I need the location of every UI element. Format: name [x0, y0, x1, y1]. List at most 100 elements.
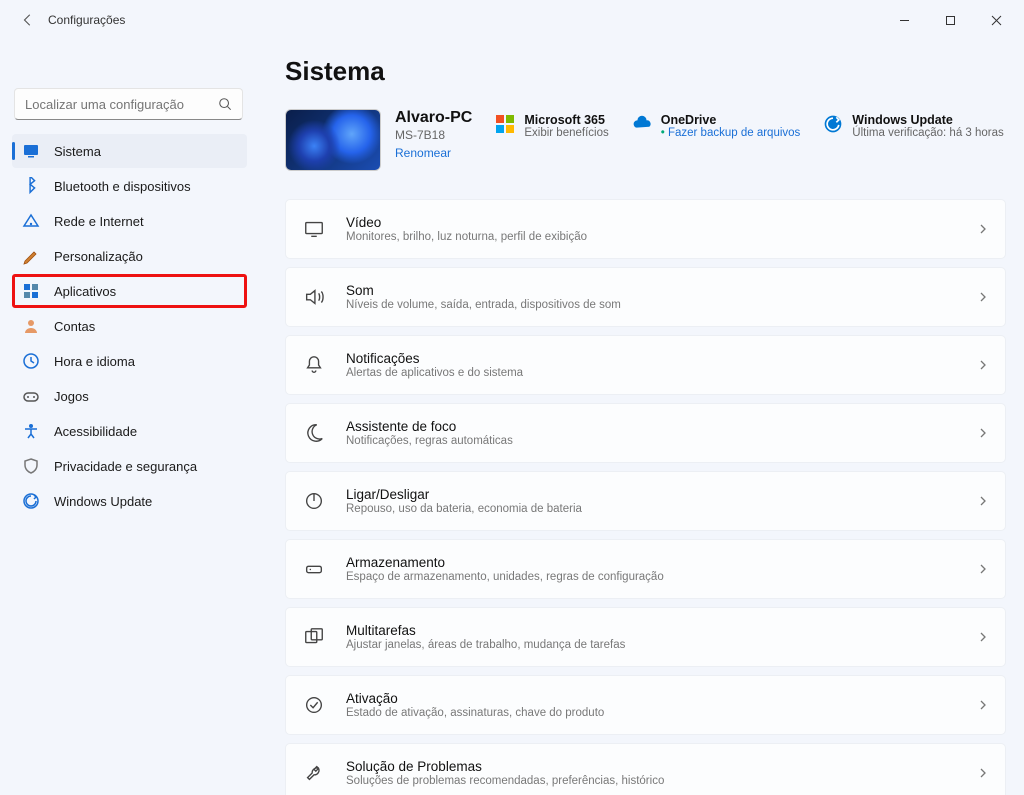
sidebar-item-personalize[interactable]: Personalização — [12, 239, 247, 273]
back-button[interactable] — [12, 4, 44, 36]
microsoft365-title: Microsoft 365 — [524, 113, 608, 127]
windows-update-sub: Última verificação: há 3 horas — [852, 127, 1003, 139]
search-icon — [218, 97, 232, 111]
device-wallpaper-thumb — [285, 109, 381, 171]
display-icon — [300, 215, 328, 243]
setting-title: Vídeo — [346, 215, 587, 230]
maximize-button[interactable] — [928, 5, 972, 35]
setting-card-display[interactable]: VídeoMonitores, brilho, luz noturna, per… — [285, 199, 1006, 259]
sidebar-item-label: Privacidade e segurança — [54, 459, 197, 474]
sidebar: Sistema Bluetooth e dispositivos Rede e In… — [0, 40, 255, 795]
setting-card-bell[interactable]: NotificaçõesAlertas de aplicativos e do … — [285, 335, 1006, 395]
sidebar-item-network[interactable]: Rede e Internet — [12, 204, 247, 238]
chevron-right-icon — [977, 563, 989, 575]
sidebar-item-label: Hora e idioma — [54, 354, 135, 369]
personalize-icon — [22, 247, 40, 265]
sidebar-item-update[interactable]: Windows Update — [12, 484, 247, 518]
sidebar-item-label: Personalização — [54, 249, 143, 264]
accounts-icon — [22, 317, 40, 335]
sidebar-item-label: Sistema — [54, 144, 101, 159]
chevron-right-icon — [977, 223, 989, 235]
windows-update-card[interactable]: Windows Update Última verificação: há 3 … — [822, 113, 1003, 139]
setting-title: Multitarefas — [346, 623, 625, 638]
window-title: Configurações — [48, 13, 125, 27]
sidebar-item-privacy[interactable]: Privacidade e segurança — [12, 449, 247, 483]
bell-icon — [300, 351, 328, 379]
sidebar-item-accounts[interactable]: Contas — [12, 309, 247, 343]
setting-card-troubleshoot[interactable]: Solução de ProblemasSoluções de problema… — [285, 743, 1006, 795]
onedrive-card[interactable]: OneDrive • Fazer backup de arquivos — [631, 113, 801, 139]
time-icon — [22, 352, 40, 370]
device-model: MS-7B18 — [395, 128, 472, 142]
rename-device-link[interactable]: Renomear — [395, 146, 472, 160]
moon-icon — [300, 419, 328, 447]
chevron-right-icon — [977, 291, 989, 303]
sidebar-item-gaming[interactable]: Jogos — [12, 379, 247, 413]
setting-title: Armazenamento — [346, 555, 664, 570]
windows-update-title: Windows Update — [852, 113, 1003, 127]
sidebar-item-apps[interactable]: Aplicativos — [12, 274, 247, 308]
setting-title: Notificações — [346, 351, 523, 366]
update-icon — [22, 492, 40, 510]
setting-subtitle: Ajustar janelas, áreas de trabalho, muda… — [346, 639, 625, 651]
setting-title: Som — [346, 283, 621, 298]
multitask-icon — [300, 623, 328, 651]
setting-card-multitask[interactable]: MultitarefasAjustar janelas, áreas de tr… — [285, 607, 1006, 667]
page-title: Sistema — [285, 56, 1006, 87]
search-field[interactable] — [25, 97, 218, 112]
chevron-right-icon — [977, 631, 989, 643]
chevron-right-icon — [977, 767, 989, 779]
accessibility-icon — [22, 422, 40, 440]
onedrive-sub[interactable]: • Fazer backup de arquivos — [661, 127, 801, 139]
privacy-icon — [22, 457, 40, 475]
setting-subtitle: Monitores, brilho, luz noturna, perfil d… — [346, 231, 587, 243]
sound-icon — [300, 283, 328, 311]
windows-update-icon — [822, 113, 844, 135]
power-icon — [300, 487, 328, 515]
setting-title: Assistente de foco — [346, 419, 513, 434]
main-content: Sistema Alvaro-PC MS-7B18 Renomear — [255, 40, 1024, 795]
chevron-right-icon — [977, 427, 989, 439]
chevron-right-icon — [977, 699, 989, 711]
sidebar-item-label: Jogos — [54, 389, 89, 404]
setting-title: Ativação — [346, 691, 604, 706]
chevron-right-icon — [977, 495, 989, 507]
network-icon — [22, 212, 40, 230]
onedrive-title: OneDrive — [661, 113, 801, 127]
sidebar-item-label: Aplicativos — [54, 284, 116, 299]
titlebar: Configurações — [0, 0, 1024, 40]
activation-icon — [300, 691, 328, 719]
setting-card-power[interactable]: Ligar/DesligarRepouso, uso da bateria, e… — [285, 471, 1006, 531]
setting-card-storage[interactable]: ArmazenamentoEspaço de armazenamento, un… — [285, 539, 1006, 599]
setting-subtitle: Alertas de aplicativos e do sistema — [346, 367, 523, 379]
setting-card-moon[interactable]: Assistente de focoNotificações, regras a… — [285, 403, 1006, 463]
gaming-icon — [22, 387, 40, 405]
bluetooth-icon — [22, 177, 40, 195]
close-button[interactable] — [974, 5, 1018, 35]
setting-subtitle: Níveis de volume, saída, entrada, dispos… — [346, 299, 621, 311]
setting-card-sound[interactable]: SomNíveis de volume, saída, entrada, dis… — [285, 267, 1006, 327]
setting-subtitle: Repouso, uso da bateria, economia de bat… — [346, 503, 582, 515]
setting-title: Ligar/Desligar — [346, 487, 582, 502]
microsoft365-sub: Exibir benefícios — [524, 127, 608, 139]
minimize-button[interactable] — [882, 5, 926, 35]
sidebar-item-bluetooth[interactable]: Bluetooth e dispositivos — [12, 169, 247, 203]
storage-icon — [300, 555, 328, 583]
device-name: Alvaro-PC — [395, 109, 472, 127]
microsoft365-card[interactable]: Microsoft 365 Exibir benefícios — [494, 113, 608, 139]
nav-list: Sistema Bluetooth e dispositivos Rede e In… — [12, 134, 247, 518]
setting-subtitle: Espaço de armazenamento, unidades, regra… — [346, 571, 664, 583]
onedrive-icon — [631, 113, 653, 135]
sidebar-item-label: Rede e Internet — [54, 214, 144, 229]
sidebar-item-system[interactable]: Sistema — [12, 134, 247, 168]
setting-subtitle: Soluções de problemas recomendadas, pref… — [346, 775, 664, 787]
device-card[interactable]: Alvaro-PC MS-7B18 Renomear — [285, 109, 472, 171]
sidebar-item-time[interactable]: Hora e idioma — [12, 344, 247, 378]
troubleshoot-icon — [300, 759, 328, 787]
settings-list: VídeoMonitores, brilho, luz noturna, per… — [285, 199, 1006, 795]
sidebar-item-label: Bluetooth e dispositivos — [54, 179, 191, 194]
apps-icon — [22, 282, 40, 300]
setting-card-activation[interactable]: AtivaçãoEstado de ativação, assinaturas,… — [285, 675, 1006, 735]
search-input[interactable] — [14, 88, 243, 120]
sidebar-item-accessibility[interactable]: Acessibilidade — [12, 414, 247, 448]
